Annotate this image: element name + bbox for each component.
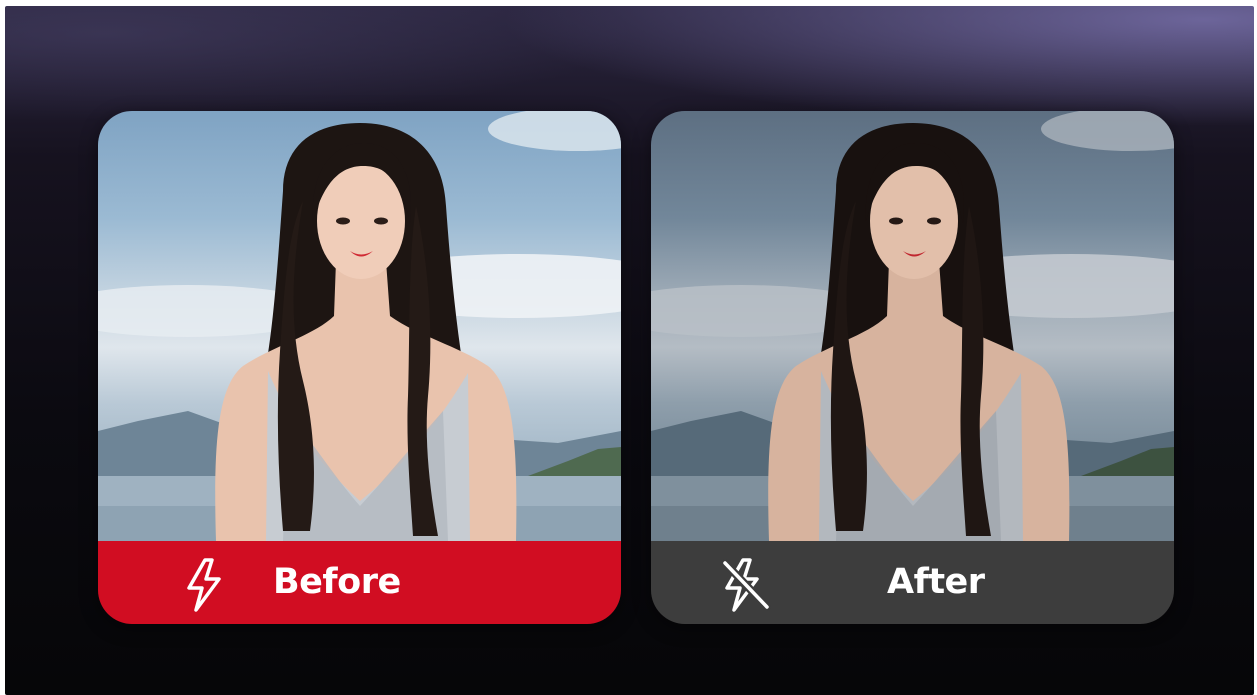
after-label: After [887, 562, 985, 602]
comparison-panel: Before After [5, 6, 1254, 695]
before-photo [98, 111, 621, 541]
after-photo [651, 111, 1174, 541]
flash-off-icon [719, 557, 771, 613]
before-card: Before [98, 111, 621, 624]
before-label-bar: Before [98, 541, 621, 624]
before-label: Before [273, 562, 401, 602]
after-label-bar: After [651, 541, 1174, 624]
flash-on-icon [181, 557, 229, 613]
after-card: After [651, 111, 1174, 624]
